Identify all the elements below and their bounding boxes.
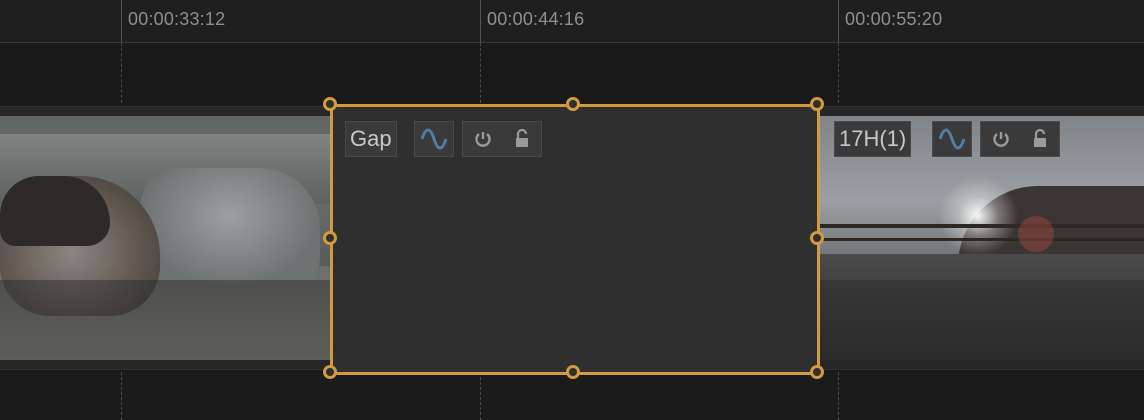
gap-clip-name[interactable]: Gap — [345, 121, 397, 157]
power-icon[interactable] — [992, 130, 1010, 148]
thumbnail-sun — [938, 176, 1018, 256]
resize-handle-left[interactable] — [323, 231, 337, 245]
thumbnail-fence — [818, 224, 1144, 228]
audio-wave-icon — [420, 128, 448, 150]
gridline — [480, 43, 481, 103]
selection-border — [330, 104, 820, 375]
ruler-timecode: 00:00:33:12 — [128, 9, 226, 29]
clip-left-thumbnail[interactable] — [0, 116, 330, 360]
ruler-tick — [121, 0, 122, 42]
unlock-icon[interactable] — [1032, 129, 1048, 149]
resize-handle-bottom-left[interactable] — [323, 365, 337, 379]
ruler-timecode: 00:00:44:16 — [487, 9, 585, 29]
timeline-ruler[interactable]: 00:00:33:12 00:00:44:16 00:00:55:20 — [0, 0, 1144, 43]
right-audio-button[interactable] — [932, 121, 972, 157]
gridline — [480, 372, 481, 420]
empty-track-area[interactable] — [0, 43, 1144, 105]
thumbnail-hair — [0, 176, 110, 246]
ruler-timecode: 00:00:55:20 — [845, 9, 943, 29]
unlock-icon[interactable] — [514, 129, 530, 149]
thumbnail-fence — [818, 238, 1144, 241]
ruler-tick — [480, 0, 481, 42]
gridline — [121, 43, 122, 103]
thumbnail-shade — [818, 280, 1144, 360]
thumbnail-flare — [1018, 216, 1054, 252]
gap-audio-button[interactable] — [414, 121, 454, 157]
thumbnail-shade — [0, 280, 330, 360]
resize-handle-top-right[interactable] — [810, 97, 824, 111]
right-clip-controls — [980, 121, 1060, 157]
gridline — [121, 372, 122, 420]
power-icon[interactable] — [474, 130, 492, 148]
gap-clip-controls — [462, 121, 542, 157]
right-clip-name[interactable]: 17H(1) — [834, 121, 912, 157]
resize-handle-right[interactable] — [810, 231, 824, 245]
ruler-tick — [838, 0, 839, 42]
thumbnail-shirt — [140, 168, 320, 288]
resize-handle-bottom[interactable] — [566, 365, 580, 379]
gridline — [838, 43, 839, 103]
resize-handle-bottom-right[interactable] — [810, 365, 824, 379]
audio-wave-icon — [938, 128, 966, 150]
resize-handle-top[interactable] — [566, 97, 580, 111]
gridline — [838, 372, 839, 420]
resize-handle-top-left[interactable] — [323, 97, 337, 111]
